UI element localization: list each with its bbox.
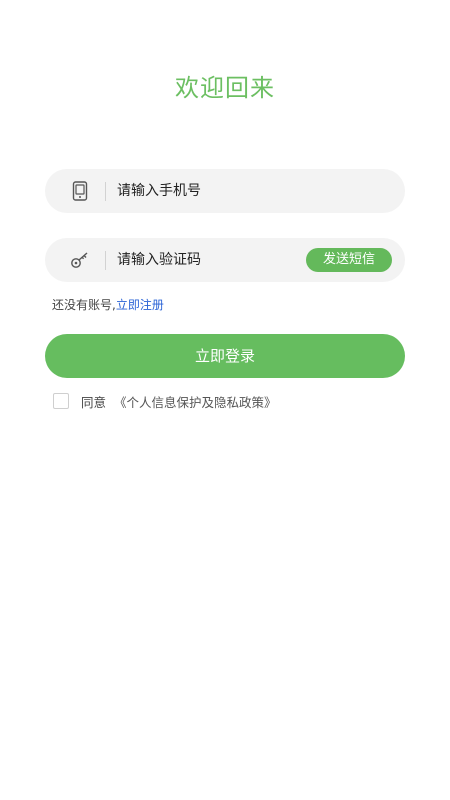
login-page: 欢迎回来 发送短信 还没有账号,立即注册 立即登录 [0,0,450,800]
agreement-checkbox[interactable] [53,393,69,409]
field-divider [105,182,106,201]
page-title: 欢迎回来 [175,74,275,102]
phone-icon [69,180,91,202]
phone-input[interactable] [117,169,297,213]
key-icon [69,249,91,271]
register-prompt-text: 还没有账号, [52,298,116,312]
code-input[interactable] [117,238,297,282]
field-divider [105,251,106,270]
privacy-policy-link[interactable]: 《个人信息保护及隐私政策》 [114,392,277,411]
agreement-label: 同意 [81,394,107,410]
send-sms-button[interactable]: 发送短信 [306,248,392,272]
login-button[interactable]: 立即登录 [45,334,405,378]
phone-field[interactable] [45,169,405,213]
code-field[interactable]: 发送短信 [45,238,405,282]
register-link[interactable]: 立即注册 [116,298,164,312]
register-prompt: 还没有账号,立即注册 [52,296,164,313]
agreement-row: 同意 《个人信息保护及隐私政策》 [53,392,277,410]
